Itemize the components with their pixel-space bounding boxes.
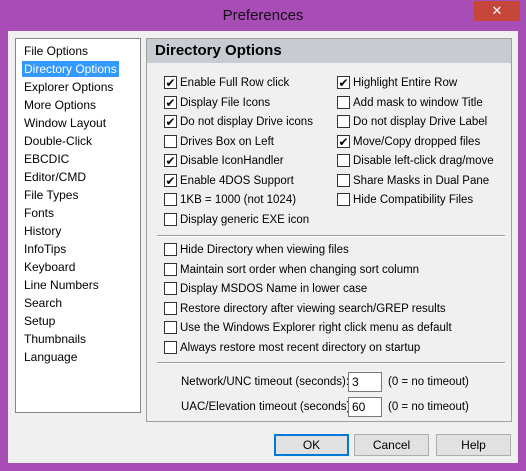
nav-item-window-layout[interactable]: Window Layout [22, 115, 108, 131]
checkbox[interactable] [164, 321, 177, 334]
checkbox[interactable]: ✔ [337, 76, 350, 89]
dialog-body: File Options Directory Options Explorer … [8, 31, 518, 463]
checkbox[interactable] [337, 193, 350, 206]
window-title: Preferences [222, 7, 304, 24]
directory-options-panel: Directory Options ✔ Enable Full Row clic… [146, 38, 512, 422]
nav-item-thumbnails[interactable]: Thumbnails [22, 331, 88, 347]
nav-item-more-options[interactable]: More Options [22, 97, 98, 113]
checkbox[interactable] [164, 193, 177, 206]
panel-header: Directory Options [147, 39, 511, 63]
category-list[interactable]: File Options Directory Options Explorer … [15, 38, 141, 413]
checkbox[interactable]: ✔ [337, 135, 350, 148]
checkbox[interactable] [164, 263, 177, 276]
nav-item-ebcdic[interactable]: EBCDIC [22, 151, 71, 167]
close-icon: ✕ [491, 3, 503, 18]
nav-item-explorer-options[interactable]: Explorer Options [22, 79, 115, 95]
uac-timeout-hint: (0 = no timeout) [388, 401, 469, 413]
checkbox[interactable] [337, 174, 350, 187]
nav-item-fonts[interactable]: Fonts [22, 205, 56, 221]
checkbox[interactable] [337, 154, 350, 167]
network-timeout-input[interactable]: 3 [348, 372, 382, 392]
nav-item-keyboard[interactable]: Keyboard [22, 259, 77, 275]
checkbox[interactable] [164, 135, 177, 148]
uac-timeout-label: UAC/Elevation timeout (seconds): [181, 401, 354, 413]
checkbox[interactable] [337, 115, 350, 128]
nav-item-infotips[interactable]: InfoTips [22, 241, 68, 257]
preferences-window: Preferences ✕ File Options Directory Opt… [0, 0, 526, 471]
nav-item-history[interactable]: History [22, 223, 63, 239]
help-button[interactable]: Help [436, 434, 511, 456]
nav-item-double-click[interactable]: Double-Click [22, 133, 94, 149]
nav-item-file-options[interactable]: File Options [22, 43, 90, 59]
title-bar[interactable]: Preferences ✕ [0, 0, 526, 31]
separator [157, 362, 505, 364]
checkbox[interactable] [164, 341, 177, 354]
nav-item-language[interactable]: Language [22, 349, 79, 365]
nav-item-search[interactable]: Search [22, 295, 64, 311]
ok-button[interactable]: OK [274, 434, 349, 456]
uac-timeout-input[interactable]: 60 [348, 397, 382, 417]
separator [157, 235, 505, 237]
network-timeout-label: Network/UNC timeout (seconds): [181, 376, 350, 388]
checkbox[interactable]: ✔ [164, 96, 177, 109]
cancel-button[interactable]: Cancel [354, 434, 429, 456]
checkbox[interactable]: ✔ [164, 76, 177, 89]
nav-item-editor-cmd[interactable]: Editor/CMD [22, 169, 88, 185]
checkbox[interactable] [164, 282, 177, 295]
checkbox[interactable]: ✔ [164, 174, 177, 187]
checkbox[interactable] [164, 213, 177, 226]
checkbox[interactable] [337, 96, 350, 109]
nav-item-setup[interactable]: Setup [22, 313, 57, 329]
nav-item-line-numbers[interactable]: Line Numbers [22, 277, 101, 293]
close-button[interactable]: ✕ [474, 1, 520, 21]
checkbox[interactable]: ✔ [164, 154, 177, 167]
checkbox[interactable]: ✔ [164, 115, 177, 128]
nav-item-directory-options[interactable]: Directory Options [22, 61, 119, 77]
checkbox[interactable] [164, 243, 177, 256]
checkbox[interactable] [164, 302, 177, 315]
network-timeout-hint: (0 = no timeout) [388, 376, 469, 388]
nav-item-file-types[interactable]: File Types [22, 187, 80, 203]
panel-title: Directory Options [155, 42, 282, 59]
